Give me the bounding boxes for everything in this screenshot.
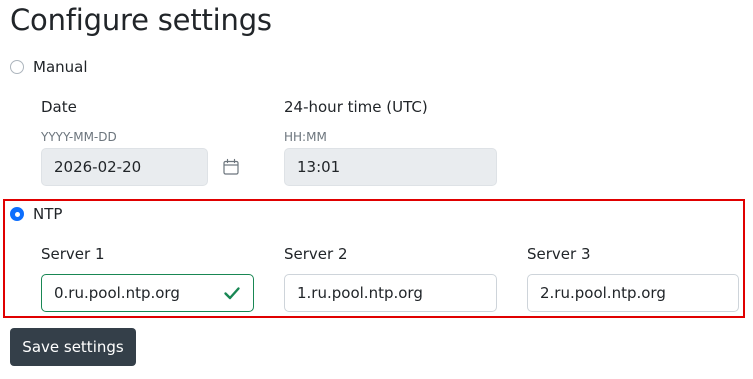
server-1-label: Server 1	[41, 245, 105, 263]
date-format-hint: YYYY-MM-DD	[41, 130, 117, 144]
server-1-input[interactable]: 0.ru.pool.ntp.org	[41, 274, 254, 312]
time-label: 24-hour time (UTC)	[284, 98, 428, 116]
page-title: Configure settings	[10, 3, 272, 37]
date-input-value: 2026-02-20	[54, 158, 142, 176]
date-label: Date	[41, 98, 77, 116]
ntp-radio-label: NTP	[33, 205, 63, 223]
server-3-input[interactable]: 2.ru.pool.ntp.org	[527, 274, 739, 312]
server-1-value: 0.ru.pool.ntp.org	[54, 284, 180, 302]
calendar-icon[interactable]	[222, 158, 240, 176]
server-2-input[interactable]: 1.ru.pool.ntp.org	[284, 274, 497, 312]
time-input[interactable]: 13:01	[284, 148, 497, 186]
manual-option[interactable]: Manual	[10, 58, 88, 76]
time-input-value: 13:01	[297, 158, 341, 176]
date-input[interactable]: 2026-02-20	[41, 148, 208, 186]
save-settings-button[interactable]: Save settings	[10, 328, 136, 366]
manual-radio-label: Manual	[33, 58, 88, 76]
configure-settings-page: Configure settings Manual Date YYYY-MM-D…	[0, 0, 753, 379]
server-2-value: 1.ru.pool.ntp.org	[297, 284, 423, 302]
ntp-radio[interactable]	[10, 207, 24, 221]
check-icon	[223, 284, 241, 302]
manual-radio[interactable]	[10, 60, 24, 74]
server-3-value: 2.ru.pool.ntp.org	[540, 284, 666, 302]
ntp-option[interactable]: NTP	[10, 205, 62, 223]
server-2-label: Server 2	[284, 245, 348, 263]
server-3-label: Server 3	[527, 245, 591, 263]
time-format-hint: HH:MM	[284, 130, 327, 144]
